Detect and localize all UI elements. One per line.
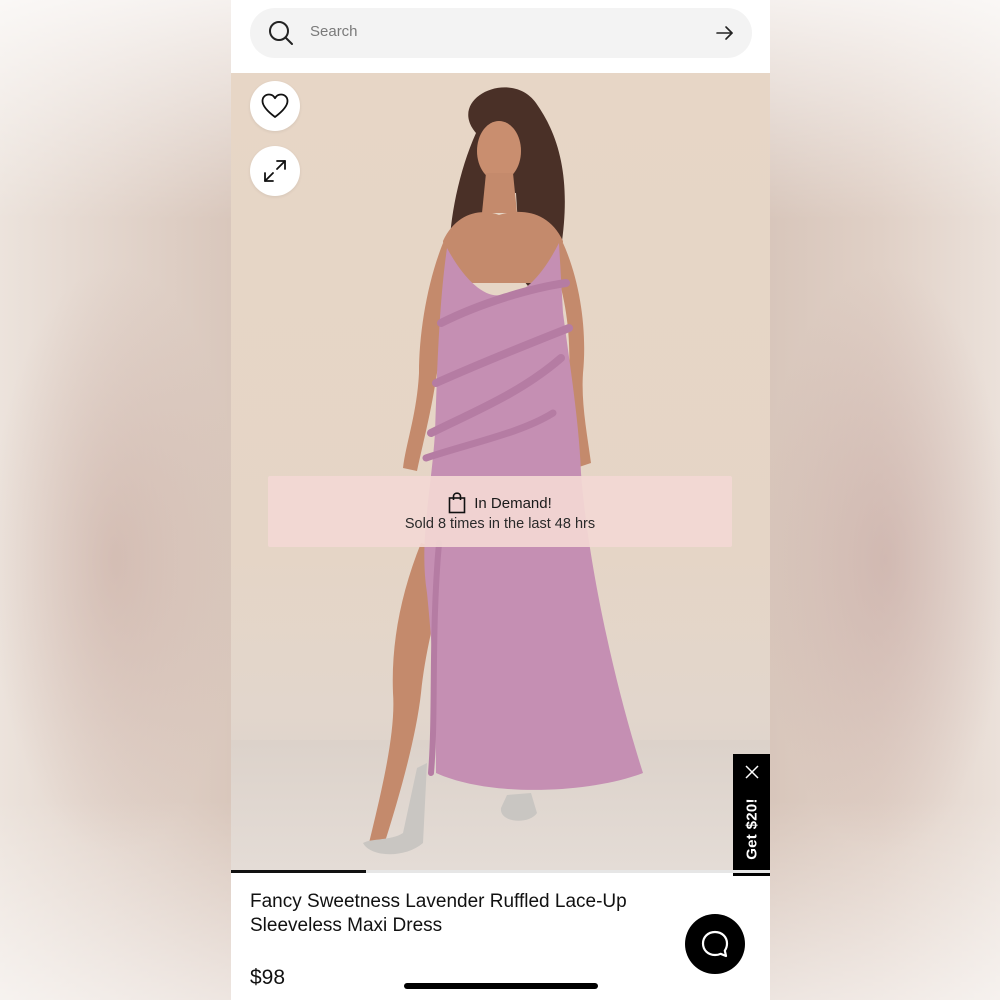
home-indicator <box>404 983 598 989</box>
search-icon <box>269 21 293 45</box>
app-screen: Search In Demand! Sold 8 times in the la… <box>231 0 770 1000</box>
product-price: $98 <box>250 966 286 989</box>
product-image[interactable] <box>231 73 770 870</box>
chat-button[interactable] <box>685 914 745 974</box>
in-demand-subtitle: Sold 8 times in the last 48 hrs <box>404 516 596 532</box>
in-demand-banner: In Demand! Sold 8 times in the last 48 h… <box>268 476 732 547</box>
chat-bubble-icon <box>701 930 729 958</box>
search-bar[interactable]: Search <box>250 8 752 58</box>
heart-icon <box>261 93 289 118</box>
search-input[interactable]: Search <box>310 23 358 40</box>
expand-icon <box>264 160 286 182</box>
product-title: Fancy Sweetness Lavender Ruffled Lace-Up… <box>250 891 627 936</box>
model-in-dress-illustration <box>363 87 643 855</box>
in-demand-title: In Demand! <box>474 494 552 512</box>
gallery-progress-track <box>231 870 770 873</box>
expand-image-button[interactable] <box>250 146 300 196</box>
in-demand-title-row: In Demand! <box>268 492 732 514</box>
arrow-right-icon[interactable] <box>716 24 734 42</box>
favorite-button[interactable] <box>250 81 300 131</box>
close-icon[interactable] <box>745 765 759 779</box>
shopping-bag-icon <box>448 492 466 514</box>
gallery-progress-fill <box>231 870 366 873</box>
promo-label[interactable]: Get $20! <box>744 798 761 860</box>
promo-tab[interactable]: Get $20! <box>733 754 770 876</box>
